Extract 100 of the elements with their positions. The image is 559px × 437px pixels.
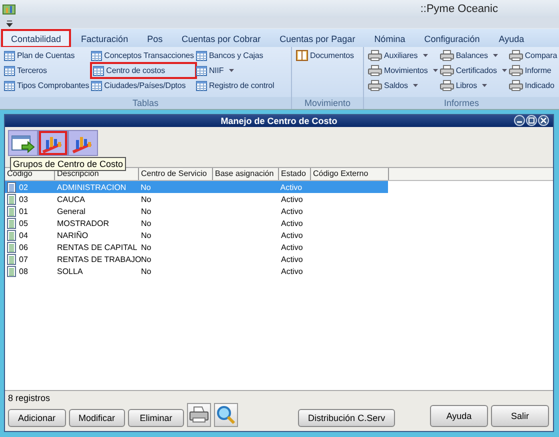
table-icon [4, 80, 15, 90]
search-button[interactable] [214, 403, 238, 427]
ribbon-item[interactable]: Balances [438, 49, 508, 62]
table-cell: Activo [281, 218, 303, 228]
printer-icon [368, 50, 382, 61]
table-cell: No [141, 230, 152, 240]
column-header[interactable]: Base asignación [213, 168, 279, 180]
ribbon-item[interactable]: Bancos y Cajas [194, 49, 276, 62]
chart-button[interactable] [38, 130, 68, 156]
ribbon-tab[interactable]: Pos [139, 31, 171, 47]
group-label: Tablas [0, 97, 291, 109]
action-button[interactable]: Distribución C.Serv [298, 409, 396, 427]
column-header[interactable]: Estado [279, 168, 311, 180]
ribbon-item[interactable]: Auxiliares [367, 49, 439, 62]
table-row[interactable]: 03 CAUCA No Activo [5, 193, 553, 205]
table-cell: General [57, 206, 86, 216]
table-cell: No [141, 194, 152, 204]
action-button[interactable]: Adicionar [8, 409, 66, 427]
table-cell: NARIÑO [57, 230, 88, 240]
table-icon [4, 50, 15, 60]
table-cell: Activo [281, 266, 303, 276]
ribbon-item[interactable]: NIIF [194, 64, 276, 77]
action-button[interactable]: Salir [491, 405, 549, 427]
printer-icon [368, 80, 382, 91]
ribbon-item[interactable]: Saldos [367, 79, 439, 92]
tooltip: Grupos de Centro de Costo [10, 157, 126, 171]
ribbon-item[interactable]: Ciudades/Países/Dptos [90, 79, 195, 92]
table-cell: MOSTRADOR [57, 218, 109, 228]
action-button[interactable]: Eliminar [128, 409, 184, 427]
ribbon-tab[interactable]: Contabilidad [2, 30, 70, 47]
ribbon-item[interactable]: Compara [508, 49, 558, 62]
printer-icon [440, 50, 454, 61]
ribbon-item[interactable]: Certificados [438, 64, 508, 77]
table-row[interactable]: 01 General No Activo [5, 205, 553, 217]
chart-button[interactable] [68, 130, 98, 156]
table-row[interactable]: 04 NARIÑO No Activo [5, 229, 553, 241]
ribbon-item[interactable]: Plan de Cuentas [3, 49, 90, 62]
table-icon [93, 66, 104, 76]
table-cell: No [141, 254, 152, 264]
ribbon-item[interactable]: Registro de control [194, 79, 276, 92]
print-button[interactable] [187, 403, 212, 427]
table-cell: No [141, 242, 152, 252]
close-button[interactable] [538, 115, 549, 126]
ribbon-item[interactable]: Tipos Comprobantes [3, 79, 90, 92]
ribbon-tab[interactable]: Cuentas por Pagar [272, 31, 364, 47]
table-cell: Activo [281, 230, 303, 240]
table-icon [196, 50, 207, 60]
book-icon [296, 50, 308, 61]
table-cell: Activo [281, 242, 303, 252]
ribbon-item[interactable]: Libros [438, 79, 508, 92]
column-header[interactable]: Descripción [55, 168, 139, 180]
restore-button[interactable] [526, 115, 537, 126]
action-button[interactable]: Modificar [68, 409, 126, 427]
ribbon-item[interactable]: Documentos [295, 49, 355, 62]
minimize-button[interactable] [514, 115, 525, 126]
ribbon-tab[interactable]: Cuentas por Cobrar [174, 31, 269, 47]
ribbon-item[interactable]: Indicado [508, 79, 558, 92]
ribbon-tab[interactable]: Ayuda [490, 31, 532, 47]
printer-icon [440, 65, 454, 76]
table-icon [196, 80, 207, 90]
ribbon-tab[interactable]: Configuración [416, 31, 488, 47]
column-header[interactable]: Código Externo [311, 168, 389, 180]
exit-button[interactable] [8, 130, 38, 156]
table-row[interactable]: 07 RENTAS DE TRABAJONo Activo [5, 253, 553, 265]
table-cell: RENTAS DE TRABAJO [57, 254, 142, 264]
table-cell: Activo [281, 254, 303, 264]
column-header[interactable]: Centro de Servicio [139, 168, 213, 180]
printer-icon [440, 80, 454, 91]
table-cell: 05 [19, 218, 28, 228]
table-cell: No [141, 218, 152, 228]
ribbon-item[interactable]: Movimientos [367, 64, 439, 77]
table-cell: 06 [19, 242, 28, 252]
column-header[interactable]: Código [5, 168, 55, 180]
ribbon-tab[interactable]: Facturación [73, 31, 136, 47]
table-icon [196, 66, 207, 76]
ribbon-tab[interactable]: Nómina [366, 31, 414, 47]
ribbon-item[interactable]: Centro de costos [92, 64, 195, 77]
table-cell: SOLLA [57, 266, 83, 276]
ribbon-item[interactable]: Conceptos Transacciones [90, 49, 195, 62]
printer-icon [508, 50, 523, 61]
window-title: Manejo de Centro de Costo [220, 116, 338, 126]
table-row[interactable]: 05 MOSTRADOR No Activo [5, 217, 553, 229]
table-cell: No [141, 206, 152, 216]
action-button[interactable]: Ayuda [430, 405, 488, 427]
table-cell: 07 [19, 254, 28, 264]
app-icon [2, 3, 16, 15]
table-row[interactable]: 06 RENTAS DE CAPITAL No Activo [5, 241, 553, 253]
table-row[interactable]: 08 SOLLA No Activo [5, 265, 553, 277]
table-cell: No [140, 182, 151, 192]
table-icon [91, 80, 102, 90]
table-cell: No [141, 266, 152, 276]
ribbon-item[interactable]: Informe [508, 64, 558, 77]
printer-icon [508, 80, 523, 91]
group-label: Movimiento [292, 97, 363, 109]
table-cell: 01 [19, 206, 28, 216]
table-cell: ADMINISTRACION [56, 182, 126, 192]
table-cell: Activo [281, 206, 303, 216]
table-icon [91, 50, 102, 60]
ribbon-item[interactable]: Terceros [3, 64, 90, 77]
printer-icon [368, 65, 382, 76]
